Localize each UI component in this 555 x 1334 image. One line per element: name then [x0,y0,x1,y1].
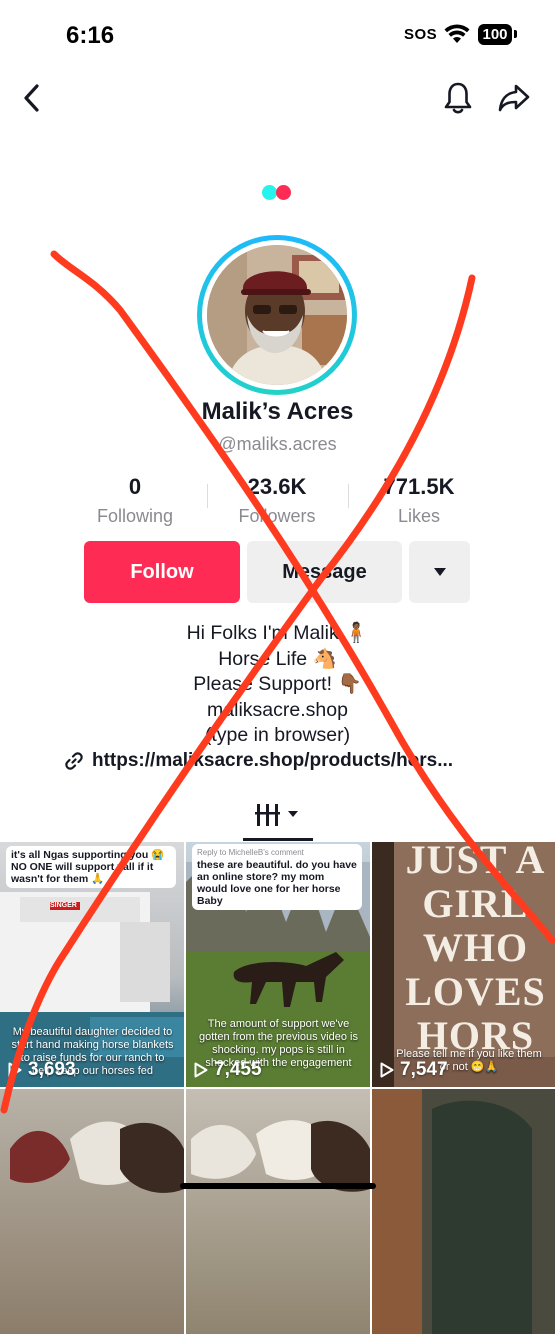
video-tile[interactable] [0,1089,184,1334]
profile-link[interactable]: https://maliksacre.shop/products/hors... [64,750,494,772]
video-tile[interactable]: JUST A GIRL WHO LOVES HORS Please tell m… [372,842,555,1087]
play-icon [194,1062,208,1078]
tab-active-underline [243,838,313,841]
stat-followers[interactable]: 23.6K Followers [202,474,352,527]
avatar[interactable] [197,235,357,395]
stat-likes[interactable]: 771.5K Likes [344,474,494,527]
share-button[interactable] [494,78,534,118]
pointing-down-emoji-icon: 👇🏾 [337,673,362,695]
message-button[interactable]: Message [247,541,402,603]
view-count: 7,455 [194,1059,262,1081]
stat-following-count: 0 [128,474,142,499]
video-tile[interactable]: it's all Ngas supporting you 😭 NO ONE wi… [0,842,184,1087]
stat-likes-count: 771.5K [383,474,455,499]
video-tile[interactable]: Reply to MichelleB's comment these are b… [186,842,370,1087]
caret-down-icon [433,568,446,576]
battery-tip [514,30,517,38]
stat-following[interactable]: 0 Following [60,474,210,527]
play-icon [8,1062,22,1078]
person-emoji-icon: 🧍🏾 [344,622,369,644]
video-thumbnail [191,1120,370,1192]
sos-indicator: SOS [404,26,438,43]
home-indicator[interactable] [180,1183,376,1189]
status-time: 6:16 [66,22,115,49]
profile-link-text: https://maliksacre.shop/products/hors... [92,750,454,771]
avatar-portrait [207,245,347,385]
bell-icon [444,82,472,114]
follow-button[interactable]: Follow [84,541,240,603]
video-thumbnail [10,1121,184,1193]
blanket-text: JUST A GIRL WHO LOVES HORS [405,842,546,1058]
comment-caption: it's all Ngas supporting you 😭 NO ONE wi… [6,846,176,888]
bio-line: Horse Life 🐴 [218,647,337,670]
play-icon [380,1062,394,1078]
bio-line: (type in browser) [204,724,351,746]
reply-label: Reply to MichelleB's comment [197,848,304,857]
stat-followers-label: Followers [238,506,316,526]
machine-brand: SINGER [50,902,77,909]
chevron-left-icon [24,84,39,112]
stat-following-label: Following [96,506,174,526]
avatar-border [202,240,352,390]
video-tile[interactable] [372,1089,555,1334]
avatar-photo [207,245,347,385]
link-icon [65,752,83,770]
battery-level: 100 [478,24,512,45]
stat-followers-count: 23.6K [247,474,307,499]
bio-line: maliksacre.shop [207,698,348,721]
view-count: 3,693 [8,1059,76,1081]
profile-bio: Hi Folks I'm Malik 🧍🏾 Horse Life 🐴 Pleas… [0,621,555,749]
bio-line: Hi Folks I'm Malik 🧍🏾 [186,622,369,644]
back-button[interactable] [12,78,52,118]
bio-line: Please Support! 👇🏾 [193,673,362,695]
video-grid-icon [255,804,298,826]
video-thumbnail [372,1089,555,1334]
loading-indicator [262,184,298,202]
comment-caption: Reply to MichelleB's comment these are b… [192,844,362,910]
more-options-button[interactable] [409,541,470,603]
profile-handle: @maliks.acres [218,434,337,454]
comment-text: these are beautiful. do you have an onli… [197,859,357,907]
notification-button[interactable] [438,78,478,118]
video-grid: it's all Ngas supporting you 😭 NO ONE wi… [0,842,555,1334]
video-tile[interactable] [186,1089,370,1334]
profile-name: Malik’s Acres [201,398,354,425]
horse-emoji-icon: 🐴 [312,647,337,670]
loader-dot-cyan [262,185,277,200]
stat-likes-label: Likes [397,506,441,526]
view-count: 7,547 [380,1059,448,1081]
share-arrow-icon [498,84,530,112]
loader-dot-red [276,185,291,200]
status-bar: 6:16 SOS 100 [0,0,555,72]
wifi-icon [444,24,470,43]
tab-videos[interactable] [243,796,313,840]
